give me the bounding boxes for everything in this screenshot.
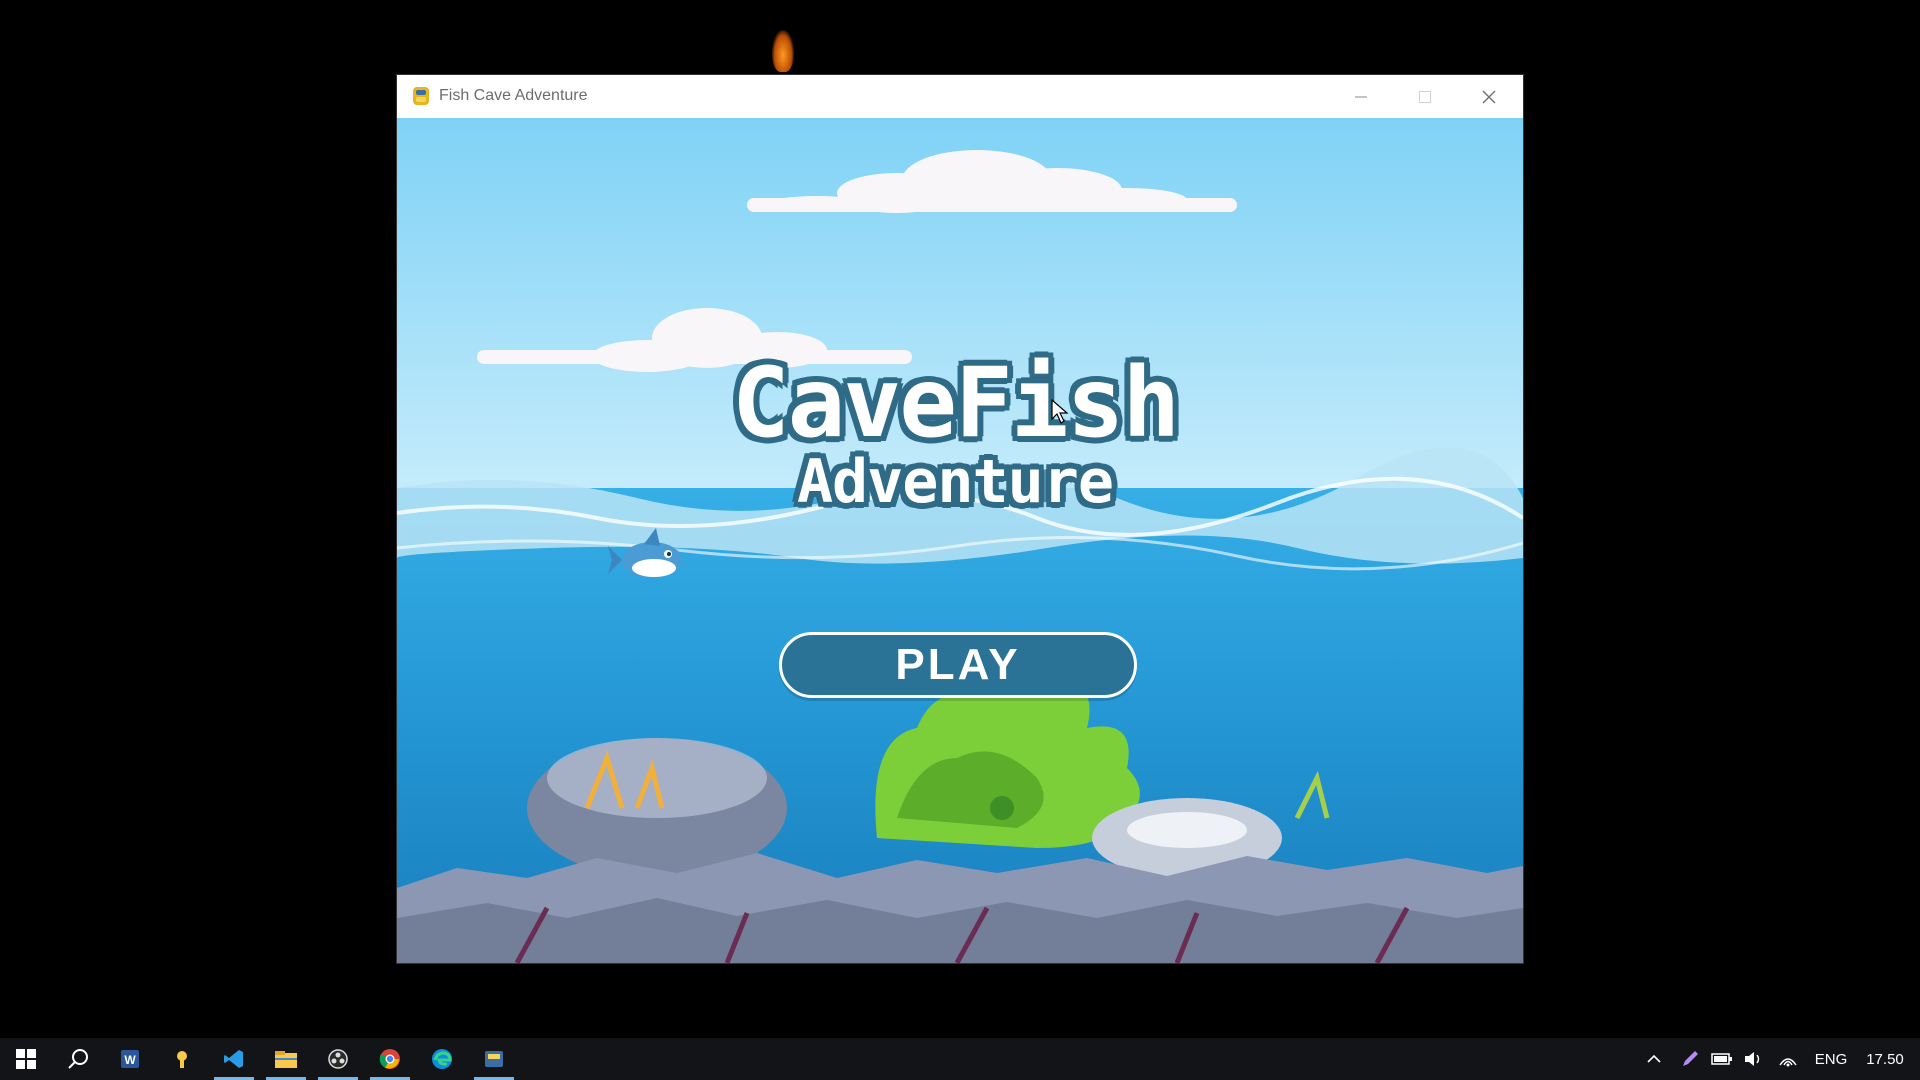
python-app-icon xyxy=(413,87,429,105)
game-window: Fish Cave Adventure CaveFish Adventure P… xyxy=(397,75,1523,963)
tray-language[interactable]: ENG xyxy=(1806,1038,1856,1080)
maximize-icon xyxy=(1419,90,1431,103)
maximize-button[interactable] xyxy=(1393,75,1457,118)
taskbar: W ENG 17.50 xyxy=(0,1038,1920,1080)
tray-pen[interactable] xyxy=(1676,1038,1704,1080)
desktop-wallpaper-glow xyxy=(772,30,794,72)
rocky-seabed xyxy=(397,853,1523,963)
pen-icon xyxy=(1683,1051,1698,1066)
obs-icon xyxy=(328,1049,348,1069)
edge-icon xyxy=(432,1049,452,1069)
game-canvas[interactable]: CaveFish Adventure PLAY xyxy=(397,118,1523,963)
taskbar-chrome[interactable] xyxy=(364,1038,416,1080)
minimize-icon xyxy=(1355,96,1367,97)
volume-icon xyxy=(1745,1052,1760,1066)
tray-volume[interactable] xyxy=(1740,1038,1768,1080)
taskbar-vscode[interactable] xyxy=(208,1038,260,1080)
play-button[interactable]: PLAY xyxy=(779,632,1137,698)
chevron-up-icon xyxy=(1647,1054,1661,1063)
tray-wifi[interactable] xyxy=(1774,1038,1802,1080)
taskbar-python-app[interactable] xyxy=(468,1038,520,1080)
python-app-icon xyxy=(485,1051,503,1067)
taskbar-search[interactable] xyxy=(52,1038,104,1080)
start-button[interactable] xyxy=(0,1038,52,1080)
title-bar[interactable]: Fish Cave Adventure xyxy=(397,75,1523,118)
logo-title-line2: Adventure xyxy=(796,447,1114,517)
mouse-cursor-icon xyxy=(1051,399,1069,424)
tray-battery[interactable] xyxy=(1708,1038,1736,1080)
wifi-icon xyxy=(1779,1058,1797,1067)
battery-icon xyxy=(1711,1053,1732,1065)
taskbar-word[interactable]: W xyxy=(104,1038,156,1080)
word-icon: W xyxy=(121,1050,139,1068)
vscode-icon xyxy=(224,1050,243,1068)
search-icon xyxy=(68,1049,88,1069)
game-logo: CaveFish Adventure xyxy=(720,353,1190,523)
tray-chevron[interactable] xyxy=(1640,1038,1668,1080)
language-indicator: ENG xyxy=(1814,1050,1848,1068)
game-background xyxy=(397,118,1523,963)
taskbar-file-explorer[interactable] xyxy=(260,1038,312,1080)
windows-start-icon xyxy=(16,1049,36,1069)
taskbar-obs[interactable] xyxy=(312,1038,364,1080)
tray-clock[interactable]: 17.50 xyxy=(1858,1038,1912,1080)
window-title: Fish Cave Adventure xyxy=(439,87,588,104)
minimize-button[interactable] xyxy=(1329,75,1393,118)
close-button[interactable] xyxy=(1457,75,1521,118)
logo-title-line1: CaveFish xyxy=(731,347,1180,459)
taskbar-tips[interactable] xyxy=(156,1038,208,1080)
file-explorer-icon xyxy=(275,1051,297,1068)
taskbar-edge[interactable] xyxy=(416,1038,468,1080)
chrome-icon xyxy=(379,1049,400,1069)
lightbulb-icon xyxy=(177,1051,187,1068)
clock-time: 17.50 xyxy=(1866,1050,1904,1068)
svg-text:W: W xyxy=(124,1053,136,1067)
close-icon xyxy=(1482,90,1496,103)
